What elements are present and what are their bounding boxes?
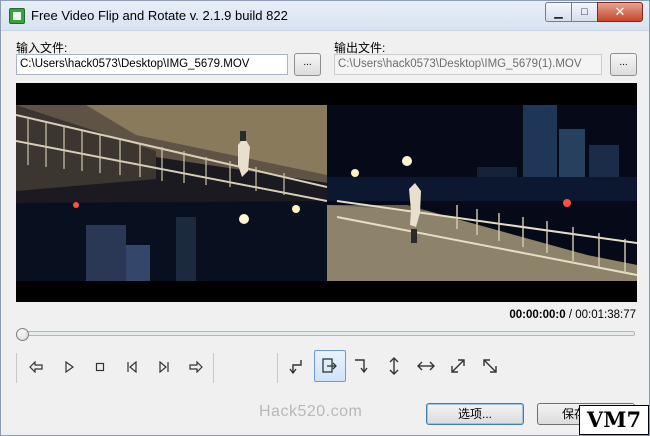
stop-button[interactable] [86, 353, 114, 381]
title-bar[interactable]: Free Video Flip and Rotate v. 2.1.9 buil… [1, 1, 649, 31]
flip-horizontal-button[interactable] [412, 352, 440, 380]
window-controls: ▁ □ ✕ [545, 2, 643, 22]
skip-start-button[interactable] [118, 353, 146, 381]
rotate-left-button[interactable] [282, 352, 310, 380]
watermark-text: Hack520.com [259, 403, 363, 420]
rotate-left-icon [289, 360, 302, 375]
video-preview [16, 83, 637, 302]
input-file-field[interactable]: C:\Users\hack0573\Desktop\IMG_5679.MOV [16, 54, 288, 75]
next-frame-button[interactable] [182, 353, 210, 381]
preview-video-frame [327, 105, 637, 281]
seek-slider[interactable] [16, 328, 637, 341]
transpose-icon [451, 359, 465, 373]
skip-start-icon [127, 361, 137, 373]
app-window: Free Video Flip and Rotate v. 2.1.9 buil… [0, 0, 650, 436]
divider [277, 353, 278, 383]
input-browse-button[interactable]: ... [294, 53, 321, 76]
divider [16, 353, 17, 383]
rotate-180-icon [355, 359, 368, 374]
next-frame-icon [189, 361, 203, 373]
total-time: 00:01:38:77 [575, 309, 636, 321]
app-icon [9, 8, 25, 24]
options-button[interactable]: 选项... [426, 403, 524, 425]
flip-vertical-icon [389, 357, 399, 375]
rotate-right-icon [322, 358, 337, 373]
current-time: 00:00:00:0 [509, 309, 566, 321]
skip-end-button[interactable] [150, 353, 178, 381]
stop-icon [95, 362, 105, 372]
prev-frame-button[interactable] [22, 353, 50, 381]
rotate-180-button[interactable] [347, 352, 375, 380]
transverse-button[interactable] [476, 352, 504, 380]
seek-thumb[interactable] [16, 328, 29, 341]
time-separator: / [565, 309, 576, 321]
rotate-right-button[interactable] [314, 350, 346, 382]
close-button[interactable]: ✕ [597, 2, 643, 22]
flip-vertical-button[interactable] [380, 352, 408, 380]
transverse-icon [483, 359, 497, 373]
seek-track[interactable] [20, 331, 635, 336]
minimize-button[interactable]: ▁ [545, 2, 571, 22]
divider [213, 353, 214, 383]
vm7-badge: VM7 [579, 405, 649, 435]
output-file-field[interactable]: C:\Users\hack0573\Desktop\IMG_5679(1).MO… [334, 54, 602, 75]
skip-end-icon [159, 361, 169, 373]
play-button[interactable] [55, 353, 83, 381]
flip-horizontal-icon [417, 361, 435, 371]
play-icon [65, 361, 74, 373]
transpose-button[interactable] [444, 352, 472, 380]
output-browse-button[interactable]: ... [610, 53, 637, 76]
window-title: Free Video Flip and Rotate v. 2.1.9 buil… [31, 8, 288, 23]
time-display: 00:00:00:0 / 00:01:38:77 [16, 309, 636, 321]
original-video-frame [16, 105, 327, 281]
maximize-button[interactable]: □ [571, 2, 597, 22]
prev-frame-icon [29, 361, 43, 373]
